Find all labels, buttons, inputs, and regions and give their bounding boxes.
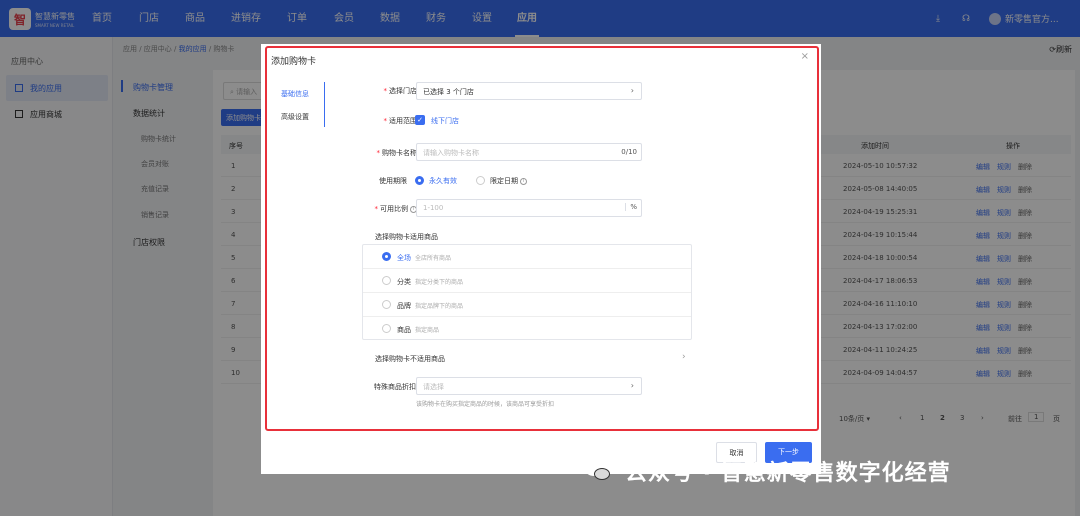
goods-option-all[interactable]: 全场 全店所有商品	[363, 245, 691, 269]
store-label: * 选择门店	[383, 87, 418, 95]
excluded-goods-label[interactable]: 选择购物卡不适用商品	[375, 354, 445, 364]
scope-label-text: 适用范围	[389, 117, 417, 125]
ratio-label-text: 可用比例	[380, 205, 408, 213]
validity-permanent-label[interactable]: 永久有效	[429, 176, 457, 186]
option-name: 分类	[397, 278, 411, 286]
name-counter: 0/10	[621, 148, 637, 156]
card-name-input[interactable]: 请输入购物卡名称 0/10	[416, 143, 642, 161]
validity-label: 使用期限	[379, 177, 407, 185]
special-discount-select[interactable]: 请选择 ›	[416, 377, 642, 395]
scope-label: * 适用范围	[383, 117, 418, 125]
add-card-dialog: 添加购物卡 × 基础信息 高级设置 * 选择门店 已选择 3 个门店 › * 适用范…	[261, 44, 821, 474]
option-desc: 指定商品	[415, 327, 440, 334]
dialog-title: 添加购物卡	[271, 57, 317, 67]
name-placeholder: 请输入购物卡名称	[423, 149, 479, 157]
option-name: 全场	[397, 254, 411, 262]
store-label-text: 选择门店	[389, 87, 417, 95]
wechat-icon	[585, 460, 611, 482]
tab-basic-info[interactable]: 基础信息	[281, 89, 309, 99]
watermark-text: 公众号 · 智慧新零售数字化经营	[625, 461, 951, 486]
validity-limited-text: 限定日期	[490, 177, 518, 185]
goods-option-category[interactable]: 分类 指定分类下的商品	[363, 269, 691, 293]
store-select[interactable]: 已选择 3 个门店 ›	[416, 82, 642, 100]
goods-scope-group: 全场 全店所有商品 分类 指定分类下的商品 品牌 指定品牌下的商品 商品 指定商…	[362, 244, 692, 340]
validity-limited-label[interactable]: 限定日期 i	[490, 176, 527, 186]
chevron-right-icon[interactable]: ›	[682, 352, 686, 362]
goods-option-product[interactable]: 商品 指定商品	[363, 317, 691, 341]
special-discount-hint: 该购物卡在购买指定商品的时候，该商品可享受折扣	[416, 401, 555, 408]
close-icon[interactable]: ×	[801, 51, 809, 62]
radio-limited-date[interactable]	[476, 176, 485, 185]
option-desc: 指定品牌下的商品	[415, 303, 464, 310]
tab-advanced-settings[interactable]: 高级设置	[281, 112, 309, 122]
radio-category[interactable]	[382, 276, 391, 285]
goods-label: 选择购物卡适用商品	[375, 233, 438, 241]
radio-brand[interactable]	[382, 300, 391, 309]
highlight-frame	[265, 46, 819, 431]
option-name: 商品	[397, 326, 411, 334]
option-desc: 全店所有商品	[415, 255, 452, 262]
name-label-text: 购物卡名称	[382, 149, 417, 157]
special-discount-label: 特殊商品折扣	[374, 383, 416, 391]
radio-product[interactable]	[382, 324, 391, 333]
ratio-input[interactable]: 1-100 %	[416, 199, 642, 217]
special-placeholder: 请选择	[423, 383, 444, 391]
option-desc: 指定分类下的商品	[415, 279, 464, 286]
goods-option-brand[interactable]: 品牌 指定品牌下的商品	[363, 293, 691, 317]
store-value: 已选择 3 个门店	[423, 88, 474, 96]
scope-offline-store[interactable]: 线下门店	[431, 116, 459, 126]
info-icon[interactable]: i	[520, 177, 527, 185]
ratio-suffix: %	[625, 203, 637, 211]
name-label: * 购物卡名称	[376, 149, 418, 157]
ratio-placeholder: 1-100	[423, 204, 444, 212]
chevron-right-icon: ›	[630, 381, 634, 390]
watermark: 公众号 · 智慧新零售数字化经营	[585, 455, 951, 487]
option-name: 品牌	[397, 302, 411, 310]
tab-indicator	[324, 82, 325, 127]
chevron-right-icon: ›	[630, 86, 634, 95]
radio-permanent[interactable]	[415, 176, 424, 185]
radio-all[interactable]	[382, 252, 391, 261]
ratio-label: * 可用比例 i	[351, 204, 417, 214]
checkbox-icon[interactable]: ✓	[415, 115, 425, 125]
